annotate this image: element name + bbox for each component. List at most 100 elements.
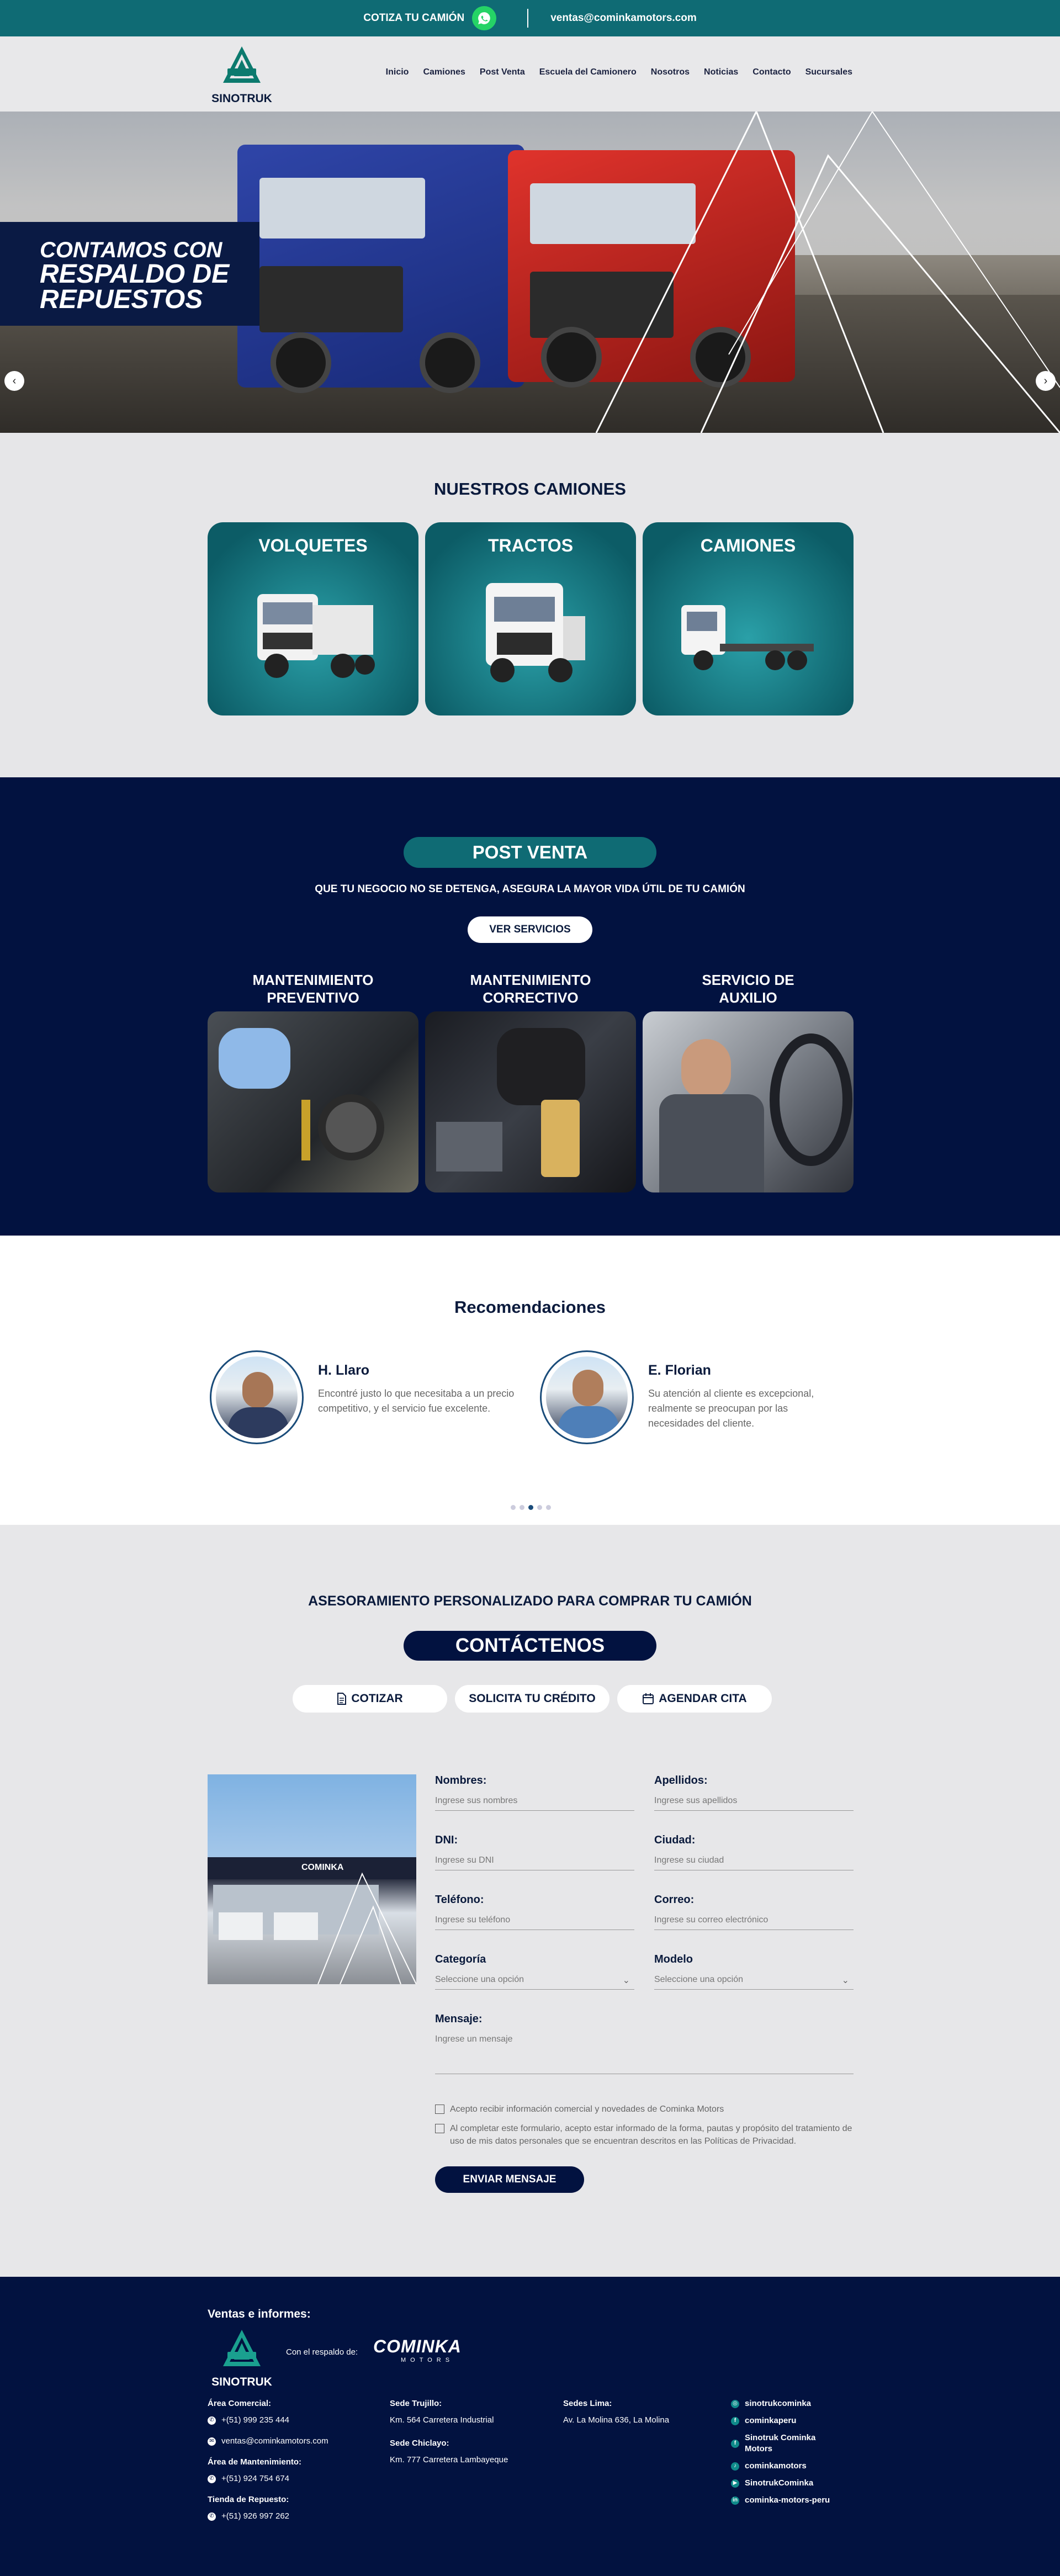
phone-link[interactable]: +(51) 924 754 674 [221, 2473, 289, 2484]
mensaje-label: Mensaje: [435, 2013, 483, 2025]
checkbox[interactable] [435, 2124, 444, 2133]
carousel-dot[interactable] [511, 1505, 516, 1510]
mail-icon: ✉ [208, 2437, 216, 2446]
cominka-wordmark: COMINKA [373, 2336, 462, 2356]
nav-contacto[interactable]: Contacto [752, 67, 791, 77]
select-value: Seleccione una opción [654, 1975, 744, 1984]
cotiza-link[interactable]: COTIZA TU CAMIÓN [363, 6, 497, 30]
service-mantenimiento-correctivo[interactable]: MANTENIMIENTO CORRECTIVO [425, 966, 636, 1192]
footer-col-contact: Área Comercial: ✆ +(51) 999 235 444 ✉ vent… [208, 2398, 328, 2532]
service-mantenimiento-preventivo[interactable]: MANTENIMIENTO PREVENTIVO [208, 966, 418, 1192]
correo-input[interactable]: Ingrese su correo electrónico [654, 1915, 854, 1930]
testimonial-quote: Su atención al cliente es excepcional, r… [648, 1388, 814, 1429]
footer-heading: Sede Trujillo: [390, 2399, 442, 2408]
social-link[interactable]: SinotrukCominka [745, 2478, 813, 2489]
trucks-section: NUESTROS CAMIONES VOLQUETES TRACTOS CAMI… [0, 433, 1060, 777]
carousel-dot[interactable] [520, 1505, 524, 1510]
dealership-image: COMINKA [208, 1774, 416, 1984]
card-label: TRACTOS [487, 536, 574, 555]
card-tractos[interactable]: TRACTOS [425, 522, 636, 715]
chevron-down-icon: ⌄ [622, 1976, 630, 1985]
main-nav: Inicio Camiones Post Venta Escuela del C… [386, 67, 852, 77]
linkedin-icon: in [731, 2496, 739, 2505]
mensaje-textarea[interactable]: Ingrese un mensaje [435, 2034, 854, 2074]
hero-line-2: RESPALDO DE [40, 259, 230, 289]
nav-sucursales[interactable]: Sucursales [805, 67, 852, 77]
footer-heading: Sede Chiclayo: [390, 2439, 449, 2448]
contact-email[interactable]: ventas@cominkamotors.com [550, 12, 697, 24]
next-slide-button[interactable]: › [1036, 371, 1056, 391]
contact-section: ASESORAMIENTO PERSONALIZADO PARA COMPRAR… [0, 1525, 1060, 2277]
nombres-label: Nombres: [435, 1774, 487, 1787]
tab-label: SOLICITA TU CRÉDITO [469, 1692, 596, 1705]
service-title: SERVICIO DE AUXILIO [702, 972, 794, 1006]
telefono-input[interactable]: Ingrese su teléfono [435, 1915, 634, 1930]
card-camiones[interactable]: CAMIONES [643, 522, 854, 715]
footer-social: ◎ sinotrukcominka f cominkaperu f Sinotruk … [731, 2398, 830, 2512]
nombres-input[interactable]: Ingrese sus nombres [435, 1796, 634, 1811]
tiktok-icon: ♪ [731, 2462, 739, 2471]
nav-inicio[interactable]: Inicio [386, 67, 409, 77]
ciudad-input[interactable]: Ingrese su ciudad [654, 1856, 854, 1870]
hero-slider: CONTAMOS CON RESPALDO DE REPUESTOS ‹ › [0, 112, 1060, 433]
consent-marketing-label: Acepto recibir información comercial y n… [450, 2105, 724, 2114]
footer-col-lima: Sedes Lima: Av. La Molina 636, La Molina [563, 2398, 669, 2426]
nav-nosotros[interactable]: Nosotros [651, 67, 690, 77]
carousel-dot[interactable] [546, 1505, 551, 1510]
carousel-dot[interactable] [537, 1505, 542, 1510]
phone-link[interactable]: +(51) 926 997 262 [221, 2511, 289, 2522]
social-link[interactable]: cominka-motors-peru [745, 2495, 830, 2506]
tab-label: AGENDAR CITA [659, 1692, 747, 1705]
social-link[interactable]: Sinotruk Cominka Motors [745, 2432, 830, 2455]
filter-repair-image [425, 1011, 636, 1192]
ver-servicios-button[interactable]: VER SERVICIOS [468, 916, 592, 943]
brand-name: SINOTRUK [211, 2376, 272, 2388]
phone-link[interactable]: +(51) 999 235 444 [221, 2415, 289, 2426]
youtube-icon: ▶ [731, 2479, 739, 2488]
consent-marketing[interactable]: Acepto recibir información comercial y n… [435, 2103, 854, 2116]
consent-privacy[interactable]: Al completar este formulario, acepto est… [435, 2122, 854, 2148]
categoria-select[interactable]: Seleccione una opción ⌄ [435, 1975, 634, 1990]
tab-credito[interactable]: SOLICITA TU CRÉDITO [455, 1685, 610, 1713]
sinotruk-emblem-icon [223, 46, 261, 83]
header: SINOTRUK Inicio Camiones Post Venta Escu… [0, 36, 1060, 112]
card-volquetes[interactable]: VOLQUETES [208, 522, 418, 715]
chevron-down-icon: ⌄ [841, 1976, 849, 1985]
address: Km. 777 Carretera Lambayeque [390, 2455, 508, 2464]
email-link[interactable]: ventas@cominkamotors.com [221, 2436, 328, 2447]
send-message-button[interactable]: ENVIAR MENSAJE [435, 2166, 584, 2193]
dump-truck-image [257, 594, 375, 678]
instagram-icon: ◎ [731, 2399, 739, 2408]
testimonial-quote: Encontré justo lo que necesitaba a un pr… [318, 1388, 515, 1414]
nav-escuela[interactable]: Escuela del Camionero [539, 67, 637, 77]
nav-noticias[interactable]: Noticias [704, 67, 738, 77]
cominka-motors-logo[interactable]: COMINKA MOTORS [373, 2336, 495, 2370]
cominka-sub: MOTORS [401, 2357, 454, 2363]
correo-label: Correo: [654, 1894, 695, 1906]
recommendations-section: Recomendaciones H. Llaro Encontré justo … [0, 1236, 1060, 1525]
service-auxilio[interactable]: SERVICIO DE AUXILIO [643, 966, 854, 1192]
tab-agendar-cita[interactable]: AGENDAR CITA [617, 1685, 772, 1713]
phone-icon: ✆ [208, 2416, 216, 2425]
address: Km. 564 Carretera Industrial [390, 2415, 494, 2425]
footer-sinotruk-logo[interactable]: SINOTRUK [208, 2328, 276, 2389]
social-link[interactable]: cominkaperu [745, 2415, 796, 2426]
nav-post-venta[interactable]: Post Venta [480, 67, 525, 77]
select-value: Seleccione una opción [435, 1975, 524, 1984]
chevron-left-icon: ‹ [12, 374, 17, 387]
apellidos-input[interactable]: Ingrese sus apellidos [654, 1796, 854, 1811]
sinotruk-logo[interactable]: SINOTRUK [208, 44, 276, 105]
carousel-dot-active[interactable] [528, 1505, 533, 1510]
dni-input[interactable]: Ingrese su DNI [435, 1856, 634, 1870]
social-link[interactable]: cominkamotors [745, 2461, 807, 2472]
consent-privacy-label: Al completar este formulario, acepto est… [450, 2124, 852, 2146]
whatsapp-icon[interactable] [472, 6, 497, 30]
address: Av. La Molina 636, La Molina [563, 2415, 670, 2425]
checkbox[interactable] [435, 2105, 444, 2114]
prev-slide-button[interactable]: ‹ [4, 371, 24, 391]
social-link[interactable]: sinotrukcominka [745, 2398, 811, 2409]
modelo-select[interactable]: Seleccione una opción ⌄ [654, 1975, 854, 1990]
tab-cotizar[interactable]: COTIZAR [293, 1685, 447, 1713]
nav-camiones[interactable]: Camiones [423, 67, 465, 77]
recommendations-title: Recomendaciones [454, 1297, 606, 1317]
